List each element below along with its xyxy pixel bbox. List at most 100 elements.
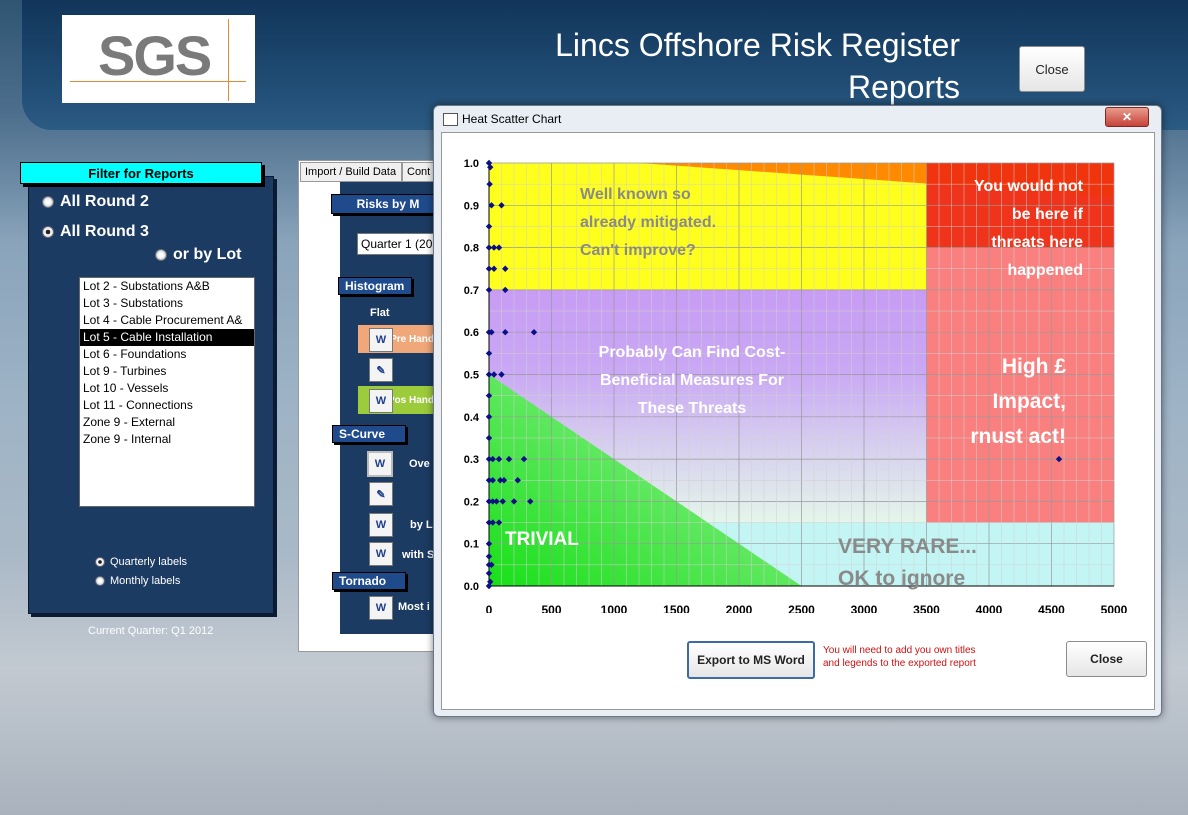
list-item[interactable]: Lot 11 - Connections xyxy=(80,397,254,414)
dialog-body: 0 500 1000 1500 2000 2500 3000 3500 4000 4500 5000… xyxy=(441,132,1155,710)
export-to-word-button[interactable]: Export to MS Word xyxy=(687,641,815,679)
annotation-would-not: You would not xyxy=(974,178,1084,195)
flat-label: Flat xyxy=(370,307,390,319)
annotation-very-rare: OK to ignore xyxy=(838,567,965,590)
word-icon[interactable]: W xyxy=(369,389,393,413)
annotation-would-not: be here if xyxy=(1012,206,1084,223)
page-title-line1: Lincs Offshore Risk Register xyxy=(555,27,960,63)
x-tick-label: 1000 xyxy=(601,603,628,613)
y-tick-label: 0.5 xyxy=(464,370,479,382)
y-tick-label: 0.4 xyxy=(464,412,480,424)
x-tick-label: 2500 xyxy=(788,603,815,613)
annotation-would-not: threats here xyxy=(991,234,1083,251)
annotation-very-rare: VERY RARE... xyxy=(838,535,977,558)
current-quarter-text: Current Quarter: Q1 2012 xyxy=(88,625,214,637)
radio-all-round3-label: All Round 3 xyxy=(60,223,149,240)
export-note-line1: You will need to add you own titles xyxy=(823,645,976,656)
list-item[interactable]: Lot 9 - Turbines xyxy=(80,363,254,380)
annotation-high-impact: High £ xyxy=(1002,355,1066,378)
sgs-logo: SGS xyxy=(62,15,255,103)
y-tick-label: 0.2 xyxy=(464,496,479,508)
y-tick-label: 0.0 xyxy=(464,581,479,593)
histogram-header: Histogram xyxy=(338,277,412,295)
radio-icon xyxy=(42,196,54,208)
radio-by-lot-label: or by Lot xyxy=(173,246,242,263)
dialog-close-button[interactable]: Close xyxy=(1066,641,1147,677)
x-tick-label: 500 xyxy=(541,603,561,613)
annotation-high-impact: rnust act! xyxy=(970,425,1066,448)
word-icon[interactable]: W xyxy=(367,451,393,477)
annotation-would-not: happened xyxy=(1007,262,1083,279)
radio-monthly-labels[interactable]: Monthly labels xyxy=(95,575,180,587)
annotation-well-known: already mitigated. xyxy=(580,214,716,231)
close-icon[interactable]: ✕ xyxy=(1105,107,1149,127)
radio-selected-icon xyxy=(95,557,105,567)
word-icon[interactable]: W xyxy=(369,596,393,620)
most-label: Most i xyxy=(398,601,430,613)
export-note-line2: and legends to the exported report xyxy=(823,658,976,669)
monthly-labels-text: Monthly labels xyxy=(110,575,181,587)
x-tick-label: 3000 xyxy=(851,603,878,613)
page-title-line2: Reports xyxy=(847,69,960,105)
main-close-button[interactable]: Close xyxy=(1019,46,1085,92)
logo-text: SGS xyxy=(98,24,212,87)
y-tick-label: 0.6 xyxy=(464,327,479,339)
annotation-well-known: Can't improve? xyxy=(580,242,696,259)
dialog-title: Heat Scatter Chart xyxy=(462,112,562,126)
x-tick-label: 3500 xyxy=(913,603,940,613)
s-curve-header: S-Curve xyxy=(332,425,406,443)
radio-all-round2-label: All Round 2 xyxy=(60,193,149,210)
annotation-cost-beneficial: These Threats xyxy=(638,400,747,417)
y-tick-label: 1.0 xyxy=(464,158,479,170)
radio-all-round3[interactable]: All Round 3 xyxy=(42,223,149,241)
list-item[interactable]: Lot 4 - Cable Procurement A& xyxy=(80,312,254,329)
lot-list[interactable]: Lot 2 - Substations A&B Lot 3 - Substatio… xyxy=(79,277,255,507)
x-tick-label: 1500 xyxy=(663,603,690,613)
list-item[interactable]: Zone 9 - Internal xyxy=(80,431,254,448)
quarterly-labels-text: Quarterly labels xyxy=(110,556,188,568)
radio-icon xyxy=(95,576,105,586)
edit-icon[interactable]: ✎ xyxy=(369,482,393,506)
x-tick-label: 5000 xyxy=(1101,603,1128,613)
list-item[interactable]: Lot 3 - Substations xyxy=(80,295,254,312)
logo-divider-vertical xyxy=(228,19,229,101)
x-tick-label: 4000 xyxy=(976,603,1003,613)
list-item[interactable]: Lot 5 - Cable Installation xyxy=(80,329,254,346)
y-tick-label: 0.3 xyxy=(464,454,479,466)
tab-import-build-data[interactable]: Import / Build Data xyxy=(300,162,402,182)
radio-icon xyxy=(155,249,167,261)
window-icon xyxy=(443,113,458,126)
y-tick-label: 0.9 xyxy=(464,200,479,212)
x-tick-label: 2000 xyxy=(726,603,753,613)
page-title: Lincs Offshore Risk Register Reports xyxy=(555,24,960,108)
y-tick-label: 0.7 xyxy=(464,285,479,297)
list-item[interactable]: Zone 9 - External xyxy=(80,414,254,431)
radio-all-round2[interactable]: All Round 2 xyxy=(42,193,149,211)
annotation-trivial: TRIVIAL xyxy=(505,529,579,550)
export-note: You will need to add you own titles and … xyxy=(823,644,976,670)
tornado-header: Tornado xyxy=(332,572,406,590)
radio-by-lot[interactable]: or by Lot xyxy=(155,246,241,264)
heat-scatter-chart: 0 500 1000 1500 2000 2500 3000 3500 4000 4500 5000… xyxy=(464,158,1128,613)
by-lot-label: by L xyxy=(410,519,433,531)
list-item[interactable]: Lot 10 - Vessels xyxy=(80,380,254,397)
list-item[interactable]: Lot 6 - Foundations xyxy=(80,346,254,363)
overall-label: Ove xyxy=(409,458,430,470)
edit-icon[interactable]: ✎ xyxy=(369,358,393,382)
radio-quarterly-labels[interactable]: Quarterly labels xyxy=(95,556,187,568)
y-tick-label: 0.8 xyxy=(464,243,479,255)
word-icon[interactable]: W xyxy=(369,542,393,566)
annotation-high-impact: Impact, xyxy=(992,390,1066,413)
y-tick-label: 0.1 xyxy=(464,539,479,551)
word-icon[interactable]: W xyxy=(369,328,393,352)
x-tick-label: 0 xyxy=(486,603,493,613)
risks-by-header: Risks by M xyxy=(331,194,439,214)
annotation-cost-beneficial: Beneficial Measures For xyxy=(600,372,784,389)
word-icon[interactable]: W xyxy=(369,513,393,537)
x-tick-label: 4500 xyxy=(1038,603,1065,613)
annotation-cost-beneficial: Probably Can Find Cost- xyxy=(599,344,786,361)
radio-selected-icon xyxy=(42,226,54,238)
logo-divider xyxy=(70,81,246,82)
annotation-well-known: Well known so xyxy=(580,186,691,203)
list-item[interactable]: Lot 2 - Substations A&B xyxy=(80,278,254,295)
